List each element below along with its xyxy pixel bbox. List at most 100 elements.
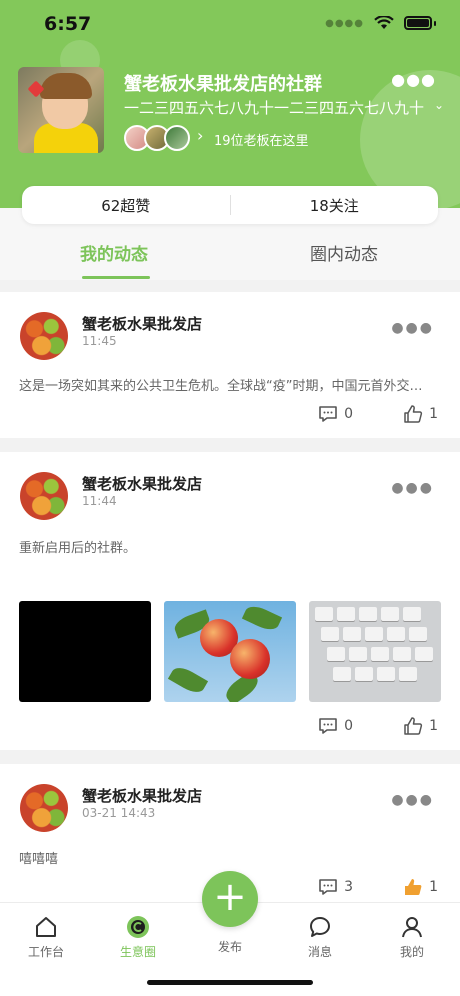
post-text[interactable]: 这是一场突如其来的公共卫生危机。全球战“疫”时期，中国元首外交不断 [19, 375, 435, 394]
post-image[interactable] [164, 601, 296, 702]
image-detail [327, 647, 345, 661]
more-icon[interactable]: ●●● [391, 480, 434, 496]
chevron-down-icon[interactable]: ⌄ [434, 98, 444, 112]
thumbs-up-icon [403, 716, 423, 736]
more-icon[interactable]: ●●● [391, 792, 434, 808]
image-detail [241, 602, 283, 634]
like-button[interactable]: 1 [403, 716, 438, 736]
post-time: 03-21 14:43 [82, 806, 156, 820]
publish-label[interactable]: 发布 [200, 938, 260, 955]
post-author[interactable]: 蟹老板水果批发店 [82, 785, 202, 806]
tab-circle-posts[interactable]: 圈内动态 [310, 240, 378, 265]
follows-stat[interactable]: 18关注 [231, 195, 439, 216]
plus-icon: + [213, 874, 247, 920]
comment-button[interactable]: 3 [318, 878, 353, 896]
tab-my-posts[interactable]: 我的动态 [80, 240, 148, 265]
like-button[interactable]: 1 [403, 877, 438, 897]
avatar [164, 125, 190, 151]
home-indicator [147, 980, 313, 985]
image-detail [349, 647, 367, 661]
image-detail [230, 639, 270, 679]
group-header: 6:57 ●●●● 蟹老板水果批发店的社群 ●●● 一二三四五六七八九十一二三四… [0, 0, 460, 208]
image-detail [381, 607, 399, 621]
image-detail [393, 647, 411, 661]
group-description[interactable]: 一二三四五六七八九十一二三四五六七八九十 [124, 97, 424, 118]
tab-workbench[interactable]: 工作台 [16, 915, 76, 960]
circle-c-icon [126, 915, 150, 939]
image-detail [337, 607, 355, 621]
status-icons: ●●●● [325, 16, 436, 30]
thumbs-up-icon [403, 404, 423, 424]
members-count[interactable]: 19位老板在这里 [214, 130, 309, 149]
image-detail [399, 667, 417, 681]
post-time: 11:45 [82, 334, 117, 348]
chevron-right-icon[interactable]: › [197, 126, 203, 145]
post-text[interactable]: 嘻嘻嘻 [19, 848, 435, 867]
tab-label: 我的 [399, 945, 424, 959]
comment-button[interactable]: 0 [318, 717, 353, 735]
stats-card: 62超赞 18关注 [22, 186, 438, 224]
image-detail [167, 663, 209, 697]
post-actions: 0 1 [318, 716, 438, 736]
image-detail [333, 667, 351, 681]
tab-label: 消息 [307, 945, 332, 959]
comment-count: 0 [344, 718, 354, 734]
post-image[interactable] [19, 601, 151, 702]
post-actions: 0 1 [318, 404, 438, 424]
like-count: 1 [429, 879, 438, 895]
post-image[interactable] [309, 601, 441, 702]
publish-button[interactable]: + [202, 871, 258, 927]
image-detail [321, 627, 339, 641]
comment-icon [318, 405, 338, 423]
comment-count: 0 [344, 406, 354, 422]
comment-count: 3 [344, 879, 354, 895]
more-icon[interactable]: ●●● [391, 70, 436, 89]
like-count: 1 [429, 406, 438, 422]
image-detail [359, 607, 377, 621]
image-detail [365, 627, 383, 641]
post-text[interactable]: 重新启用后的社群。 [19, 537, 435, 556]
avatar[interactable] [20, 312, 68, 360]
avatar-part [40, 73, 92, 99]
image-detail [355, 667, 373, 681]
more-icon[interactable]: ●●● [391, 320, 434, 336]
avatar[interactable] [20, 472, 68, 520]
wifi-icon [374, 16, 394, 30]
signal-icon: ●●●● [325, 17, 364, 29]
status-time: 6:57 [44, 13, 92, 35]
image-detail [315, 607, 333, 621]
tab-label: 生意圈 [119, 945, 156, 959]
member-avatars[interactable] [124, 125, 194, 151]
comment-icon [318, 878, 338, 896]
tab-business-circle[interactable]: 生意圈 [108, 915, 168, 960]
image-detail [415, 647, 433, 661]
group-title: 蟹老板水果批发店的社群 [124, 74, 322, 95]
thumbs-up-icon [403, 877, 423, 897]
post-author[interactable]: 蟹老板水果批发店 [82, 313, 202, 334]
image-detail [403, 607, 421, 621]
like-button[interactable]: 1 [403, 404, 438, 424]
post-card[interactable]: 蟹老板水果批发店 11:44 ●●● 重新启用后的社群。 0 1 [0, 452, 460, 750]
tab-mine[interactable]: 我的 [382, 915, 442, 960]
comment-button[interactable]: 0 [318, 405, 353, 423]
post-author[interactable]: 蟹老板水果批发店 [82, 473, 202, 494]
person-icon [400, 915, 424, 939]
image-detail [387, 627, 405, 641]
status-bar: 6:57 ●●●● [0, 0, 460, 50]
image-detail [343, 627, 361, 641]
likes-stat[interactable]: 62超赞 [22, 195, 230, 216]
comment-icon [318, 717, 338, 735]
image-detail [409, 627, 427, 641]
group-avatar[interactable] [18, 67, 104, 153]
tab-indicator [82, 276, 150, 279]
tab-messages[interactable]: 消息 [290, 915, 350, 960]
post-actions: 3 1 [318, 877, 438, 897]
post-card[interactable]: 蟹老板水果批发店 11:45 ●●● 这是一场突如其来的公共卫生危机。全球战“疫… [0, 292, 460, 438]
avatar[interactable] [20, 784, 68, 832]
battery-icon [404, 16, 432, 30]
image-detail [371, 647, 389, 661]
image-detail [377, 667, 395, 681]
battery-cap [434, 20, 436, 26]
tab-label: 工作台 [27, 945, 64, 959]
home-icon [34, 915, 58, 939]
